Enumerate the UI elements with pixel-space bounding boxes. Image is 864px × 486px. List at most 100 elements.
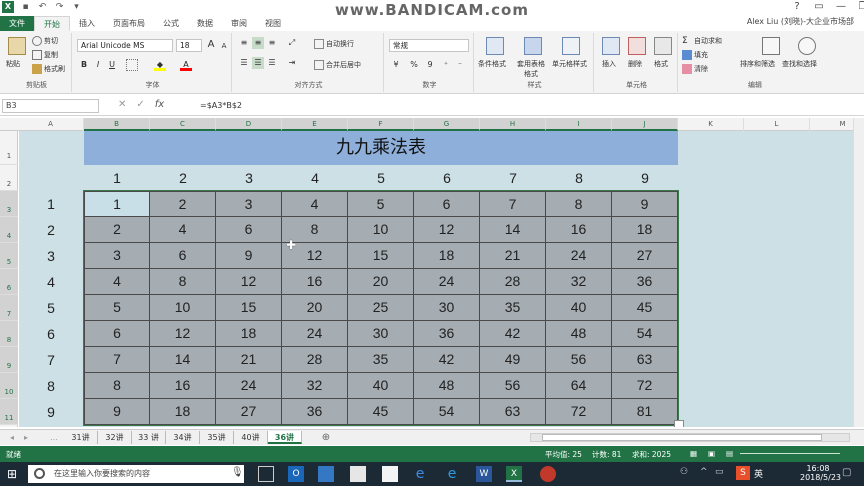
table-cell[interactable]: 30 <box>414 295 480 321</box>
fill-button[interactable]: 填充 <box>682 50 708 60</box>
comma-button[interactable]: 9 <box>424 59 436 71</box>
table-cell[interactable]: 9 <box>84 399 150 425</box>
name-box[interactable]: B3 <box>2 99 99 113</box>
photos-icon[interactable] <box>318 466 334 482</box>
tab-view[interactable]: 视图 <box>256 16 290 31</box>
table-cell[interactable]: 6 <box>84 321 150 347</box>
table-cell[interactable]: 12 <box>150 321 216 347</box>
row-header-6[interactable]: 6 <box>0 269 18 295</box>
header-cell[interactable]: 4 <box>282 165 348 191</box>
header-cell[interactable]: 1 <box>84 165 150 191</box>
table-cell[interactable]: 21 <box>216 347 282 373</box>
mail-icon[interactable] <box>350 466 366 482</box>
format-painter-button[interactable]: 格式刷 <box>32 64 65 74</box>
grow-font-button[interactable]: A <box>205 39 217 51</box>
table-cell[interactable]: 12 <box>216 269 282 295</box>
sheet-tab[interactable]: 32讲 <box>98 431 132 444</box>
taskbar-search-input[interactable]: 在这里输入你要搜索的内容 <box>28 465 244 483</box>
row-header-10[interactable]: 10 <box>0 373 18 399</box>
row-header-2[interactable]: 2 <box>0 165 18 191</box>
table-cell[interactable]: 64 <box>546 373 612 399</box>
borders-icon[interactable] <box>126 59 138 71</box>
table-cell[interactable]: 20 <box>348 269 414 295</box>
header-cell[interactable]: 3 <box>216 165 282 191</box>
tab-page-layout[interactable]: 页面布局 <box>104 16 154 31</box>
row-label-cell[interactable]: 4 <box>19 269 84 295</box>
minimize-button[interactable]: — <box>834 0 848 14</box>
table-cell[interactable]: 40 <box>546 295 612 321</box>
tab-insert[interactable]: 插入 <box>70 16 104 31</box>
table-cell[interactable]: 63 <box>480 399 546 425</box>
decrease-decimal-icon[interactable]: ⁻ <box>454 59 466 71</box>
windows-start-icon[interactable]: ⊞ <box>7 467 21 481</box>
table-cell[interactable]: 72 <box>612 373 678 399</box>
find-select-button[interactable]: 查找和选择 <box>782 59 817 69</box>
column-header-g[interactable]: G <box>414 118 480 131</box>
table-cell[interactable]: 35 <box>480 295 546 321</box>
table-cell[interactable]: 72 <box>546 399 612 425</box>
number-format-combo[interactable]: 常规 <box>389 39 469 52</box>
table-cell[interactable]: 54 <box>612 321 678 347</box>
column-header-e[interactable]: E <box>282 118 348 131</box>
font-name-combo[interactable]: Arial Unicode MS <box>77 39 173 52</box>
table-cell[interactable]: 14 <box>480 217 546 243</box>
word-icon[interactable]: W <box>476 466 492 482</box>
network-icon[interactable]: ▭ <box>715 467 724 477</box>
table-cell[interactable]: 30 <box>348 321 414 347</box>
sheet-tab[interactable]: 31讲 <box>64 431 98 444</box>
undo-icon[interactable]: ↶ <box>37 2 48 13</box>
cancel-icon[interactable]: ✕ <box>118 99 126 110</box>
store-icon[interactable] <box>382 466 398 482</box>
table-cell[interactable]: 48 <box>546 321 612 347</box>
header-cell[interactable]: 6 <box>414 165 480 191</box>
table-cell[interactable]: 8 <box>546 191 612 217</box>
currency-button[interactable]: ¥ <box>390 59 402 71</box>
orientation-icon[interactable]: ⤢ <box>286 37 298 49</box>
column-header-h[interactable]: H <box>480 118 546 131</box>
header-cell[interactable]: 9 <box>612 165 678 191</box>
table-cell[interactable]: 7 <box>84 347 150 373</box>
row-label-cell[interactable]: 3 <box>19 243 84 269</box>
copy-button[interactable]: 复制 <box>32 50 58 60</box>
sheet-tab[interactable]: 33 讲 <box>132 431 166 444</box>
next-sheet-icon[interactable]: ▸ <box>20 431 32 444</box>
sogou-ime-icon[interactable]: S <box>736 466 750 480</box>
insert-cells-button[interactable]: 插入 <box>602 59 616 69</box>
microphone-icon[interactable]: 🎙 <box>231 467 244 478</box>
table-cell[interactable]: 36 <box>612 269 678 295</box>
table-cell[interactable]: 4 <box>84 269 150 295</box>
shrink-font-button[interactable]: A <box>218 40 230 52</box>
table-cell[interactable]: 6 <box>150 243 216 269</box>
format-cells-button[interactable]: 格式 <box>654 59 668 69</box>
save-icon[interactable]: ▪ <box>20 2 31 13</box>
header-cell[interactable]: 8 <box>546 165 612 191</box>
worksheet-grid[interactable]: 九九乘法表 1 2 3 4 5 6 7 8 9 1 2 3 4 5 6 7 8 9 1 2 3 4 5 6 7 8 9 2 4 6 8 10 1… <box>19 131 853 427</box>
task-view-icon[interactable] <box>258 466 274 482</box>
quick-analysis-icon[interactable] <box>674 420 684 427</box>
tab-file[interactable]: 文件 <box>0 15 34 31</box>
table-cell[interactable]: 2 <box>84 217 150 243</box>
table-cell[interactable]: 2 <box>150 191 216 217</box>
cut-button[interactable]: 剪切 <box>32 36 58 46</box>
table-cell[interactable]: 24 <box>282 321 348 347</box>
row-label-cell[interactable]: 2 <box>19 217 84 243</box>
underline-button[interactable]: U <box>106 59 118 71</box>
table-cell[interactable]: 27 <box>216 399 282 425</box>
table-cell[interactable]: 4 <box>150 217 216 243</box>
tab-home[interactable]: 开始 <box>34 15 70 31</box>
table-cell[interactable]: 15 <box>348 243 414 269</box>
column-header-a[interactable]: A <box>18 118 84 131</box>
column-header-d[interactable]: D <box>216 118 282 131</box>
table-cell[interactable]: 8 <box>150 269 216 295</box>
sheet-tab[interactable]: 34讲 <box>166 431 200 444</box>
row-label-cell[interactable]: 5 <box>19 295 84 321</box>
table-cell[interactable]: 6 <box>216 217 282 243</box>
table-cell[interactable]: 63 <box>612 347 678 373</box>
column-header-i[interactable]: I <box>546 118 612 131</box>
ribbon-display-button[interactable]: ▭ <box>812 0 826 14</box>
table-cell[interactable]: 36 <box>282 399 348 425</box>
table-cell[interactable]: 48 <box>414 373 480 399</box>
merge-center-button[interactable]: 合并后居中 <box>314 60 361 70</box>
table-cell[interactable]: 14 <box>150 347 216 373</box>
row-header-1[interactable]: 1 <box>0 131 18 165</box>
